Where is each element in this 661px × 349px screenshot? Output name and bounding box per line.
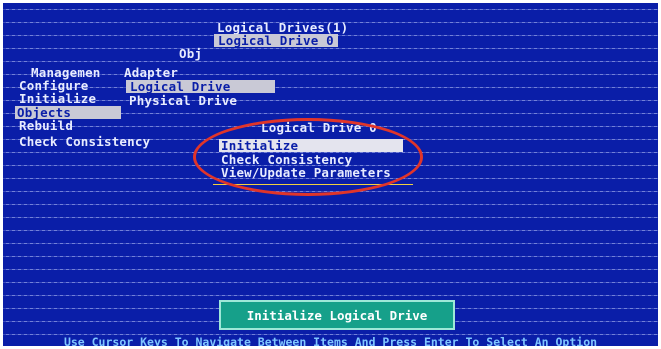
obj-label: Obj (179, 46, 203, 61)
popup-item-view-update-parameters[interactable]: View/Update Parameters (221, 166, 391, 179)
menu-item-check-consistency[interactable]: Check Consistency (19, 135, 150, 148)
submenu-item-logical-drive[interactable]: Logical Drive (126, 80, 275, 93)
popup-bottom-border (213, 184, 413, 185)
popup-item-initialize[interactable]: Initialize (219, 139, 403, 152)
status-bar: Use Cursor Keys To Navigate Between Item… (3, 336, 658, 346)
action-banner-label: Initialize Logical Drive (246, 307, 428, 323)
menu-item-rebuild[interactable]: Rebuild (19, 119, 73, 132)
selected-logical-drive[interactable]: Logical Drive 0 (214, 34, 338, 47)
submenu-item-adapter[interactable]: Adapter (124, 66, 178, 79)
initialize-logical-drive-banner: Initialize Logical Drive (219, 300, 455, 330)
bios-screen: Logical Drives(1) Logical Drive 0 Obj Ma… (3, 3, 658, 346)
submenu-item-physical-drive[interactable]: Physical Drive (129, 94, 237, 107)
popup-title: Logical Drive 0 (261, 120, 377, 135)
menu-item-initialize[interactable]: Initialize (19, 92, 96, 105)
